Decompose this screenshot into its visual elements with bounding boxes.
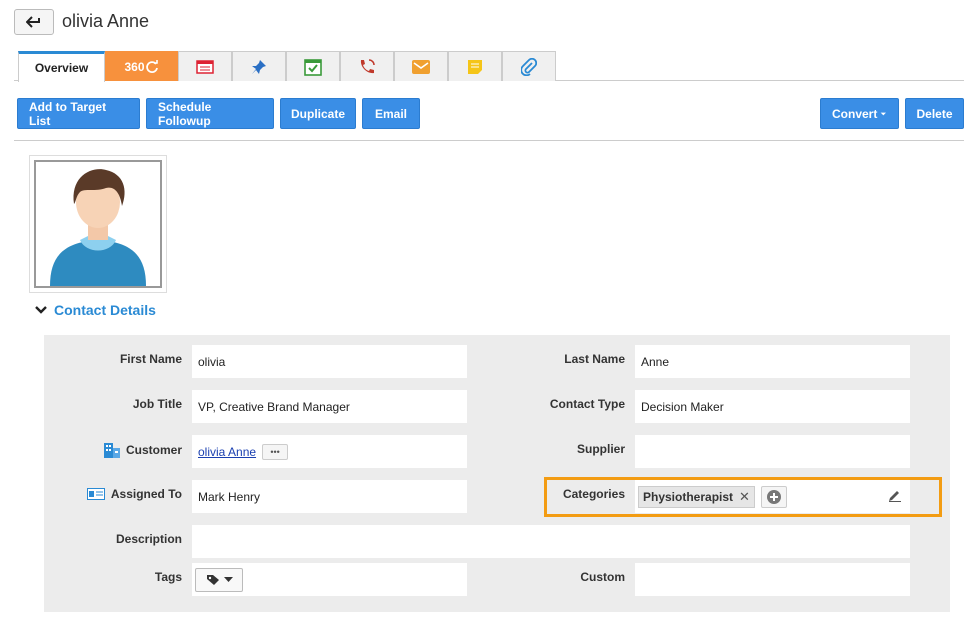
job-title-label: Job Title bbox=[132, 397, 182, 411]
task-calendar-icon bbox=[304, 58, 322, 76]
tab-360-label: 360 bbox=[124, 59, 145, 74]
tags-label: Tags bbox=[154, 570, 182, 584]
building-icon bbox=[103, 443, 120, 458]
customer-label-group: Customer bbox=[103, 442, 182, 458]
assigned-to-label: Assigned To bbox=[110, 487, 182, 501]
pin-icon bbox=[252, 59, 266, 74]
tab-calendar[interactable] bbox=[178, 51, 232, 81]
customer-label: Customer bbox=[125, 443, 182, 457]
categories-label: Categories bbox=[562, 487, 625, 501]
tab-attachment[interactable] bbox=[502, 51, 556, 81]
ellipsis-icon: ••• bbox=[270, 446, 280, 457]
category-chip: Physiotherapist ✕ bbox=[638, 485, 755, 508]
toolbar-divider bbox=[14, 140, 964, 141]
description-field[interactable] bbox=[192, 525, 910, 558]
delete-button[interactable]: Delete bbox=[905, 98, 964, 129]
tab-pin[interactable] bbox=[232, 51, 286, 81]
envelope-icon bbox=[412, 59, 430, 74]
right-action-toolbar: Convert Delete bbox=[820, 98, 964, 129]
add-to-target-list-button[interactable]: Add to Target List bbox=[17, 98, 140, 129]
avatar bbox=[29, 155, 167, 293]
tab-notes[interactable] bbox=[448, 51, 502, 81]
refresh-icon bbox=[145, 59, 158, 73]
convert-button[interactable]: Convert bbox=[820, 98, 899, 129]
tag-dropdown-button[interactable] bbox=[195, 567, 243, 592]
first-name-label: First Name bbox=[119, 352, 182, 366]
job-title-field[interactable]: VP, Creative Brand Manager bbox=[192, 390, 467, 423]
tab-360[interactable]: 360 bbox=[105, 51, 178, 81]
caret-down-icon bbox=[223, 576, 233, 582]
categories-field: Physiotherapist ✕ bbox=[635, 480, 910, 513]
supplier-field[interactable] bbox=[635, 435, 910, 468]
plus-circle-icon bbox=[766, 489, 781, 504]
more-options-button[interactable]: ••• bbox=[262, 443, 289, 460]
chevron-down-icon bbox=[35, 306, 47, 314]
note-icon bbox=[468, 59, 482, 74]
assigned-to-field[interactable]: Mark Henry bbox=[192, 480, 467, 513]
last-name-label: Last Name bbox=[564, 352, 625, 366]
page-title: olivia Anne bbox=[62, 11, 150, 31]
paperclip-icon bbox=[521, 57, 537, 76]
first-name-field[interactable]: olivia bbox=[192, 345, 467, 378]
phone-icon bbox=[360, 58, 375, 73]
section-header[interactable]: Contact Details bbox=[34, 302, 156, 318]
add-category-button[interactable] bbox=[760, 485, 787, 508]
description-label: Description bbox=[115, 532, 182, 546]
back-arrow-icon bbox=[26, 16, 40, 28]
tab-email[interactable] bbox=[394, 51, 448, 81]
remove-chip-icon[interactable]: ✕ bbox=[739, 489, 750, 505]
assigned-to-label-group: Assigned To bbox=[86, 487, 182, 501]
caret-down-icon bbox=[881, 112, 887, 115]
tags-field bbox=[192, 563, 467, 596]
supplier-label: Supplier bbox=[576, 442, 625, 456]
contact-type-label: Contact Type bbox=[549, 397, 625, 411]
convert-label: Convert bbox=[832, 106, 878, 121]
tab-bar: Overview 360 bbox=[18, 51, 556, 82]
tab-call[interactable] bbox=[340, 51, 394, 81]
person-avatar-icon bbox=[50, 169, 146, 286]
tag-icon bbox=[206, 574, 219, 585]
id-card-icon bbox=[86, 488, 105, 500]
email-button[interactable]: Email bbox=[362, 98, 420, 129]
last-name-field[interactable]: Anne bbox=[635, 345, 910, 378]
custom-field[interactable] bbox=[635, 563, 910, 596]
customer-link[interactable]: olivia Anne bbox=[198, 445, 256, 459]
schedule-followup-button[interactable]: Schedule Followup bbox=[146, 98, 274, 129]
back-button[interactable] bbox=[14, 9, 54, 35]
contact-type-field[interactable]: Decision Maker bbox=[635, 390, 910, 423]
section-title: Contact Details bbox=[54, 302, 156, 318]
tab-overview[interactable]: Overview bbox=[18, 51, 105, 82]
tab-task[interactable] bbox=[286, 51, 340, 81]
action-toolbar: Add to Target List Schedule Followup Dup… bbox=[17, 98, 420, 129]
duplicate-button[interactable]: Duplicate bbox=[280, 98, 356, 129]
customer-field: olivia Anne ••• bbox=[192, 435, 467, 468]
custom-label: Custom bbox=[580, 570, 625, 584]
category-chip-label: Physiotherapist bbox=[643, 489, 734, 504]
pencil-icon[interactable] bbox=[888, 488, 902, 502]
calendar-icon bbox=[196, 59, 214, 74]
